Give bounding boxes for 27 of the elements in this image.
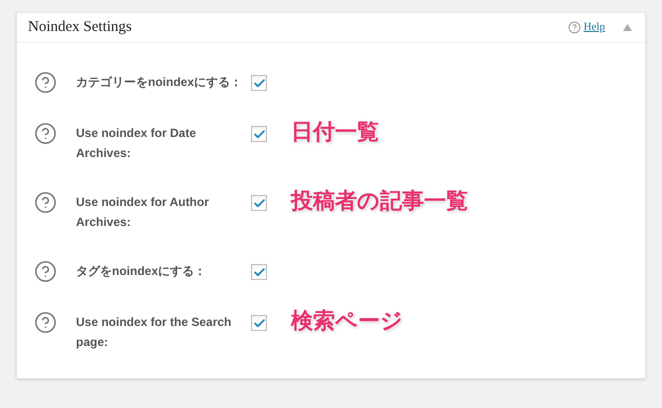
help-icon[interactable] [34,260,57,283]
collapse-toggle[interactable] [622,22,632,32]
checkbox[interactable] [251,75,267,91]
help-icon[interactable] [34,191,57,214]
checkbox[interactable] [251,195,267,211]
setting-label: タグをnoindexにする： [76,263,208,280]
setting-label: Use noindex for Date Archives: [76,125,198,162]
annotation: 投稿者の記事一覧 [291,187,468,215]
setting-label: Use noindex for the Search page: [76,314,232,351]
help-icon[interactable] [34,311,57,334]
setting-label: Use noindex for Author Archives: [76,194,210,231]
help-link[interactable]: Help [584,19,605,36]
annotation: 検索ページ [291,307,403,335]
help-icon[interactable] [34,71,57,94]
check-icon [252,196,266,210]
checkbox[interactable] [251,264,267,280]
panel-title: Noindex Settings [28,18,132,38]
checkbox[interactable] [251,315,267,331]
check-icon [252,316,266,330]
help-icon [568,21,581,34]
setting-label: カテゴリーをnoindexにする： [76,74,244,91]
check-icon [252,128,266,140]
checkbox[interactable] [251,126,267,142]
help-icon[interactable] [34,122,57,145]
annotation: 日付一覧 [291,118,379,146]
check-icon [252,76,266,90]
check-icon [252,266,266,278]
